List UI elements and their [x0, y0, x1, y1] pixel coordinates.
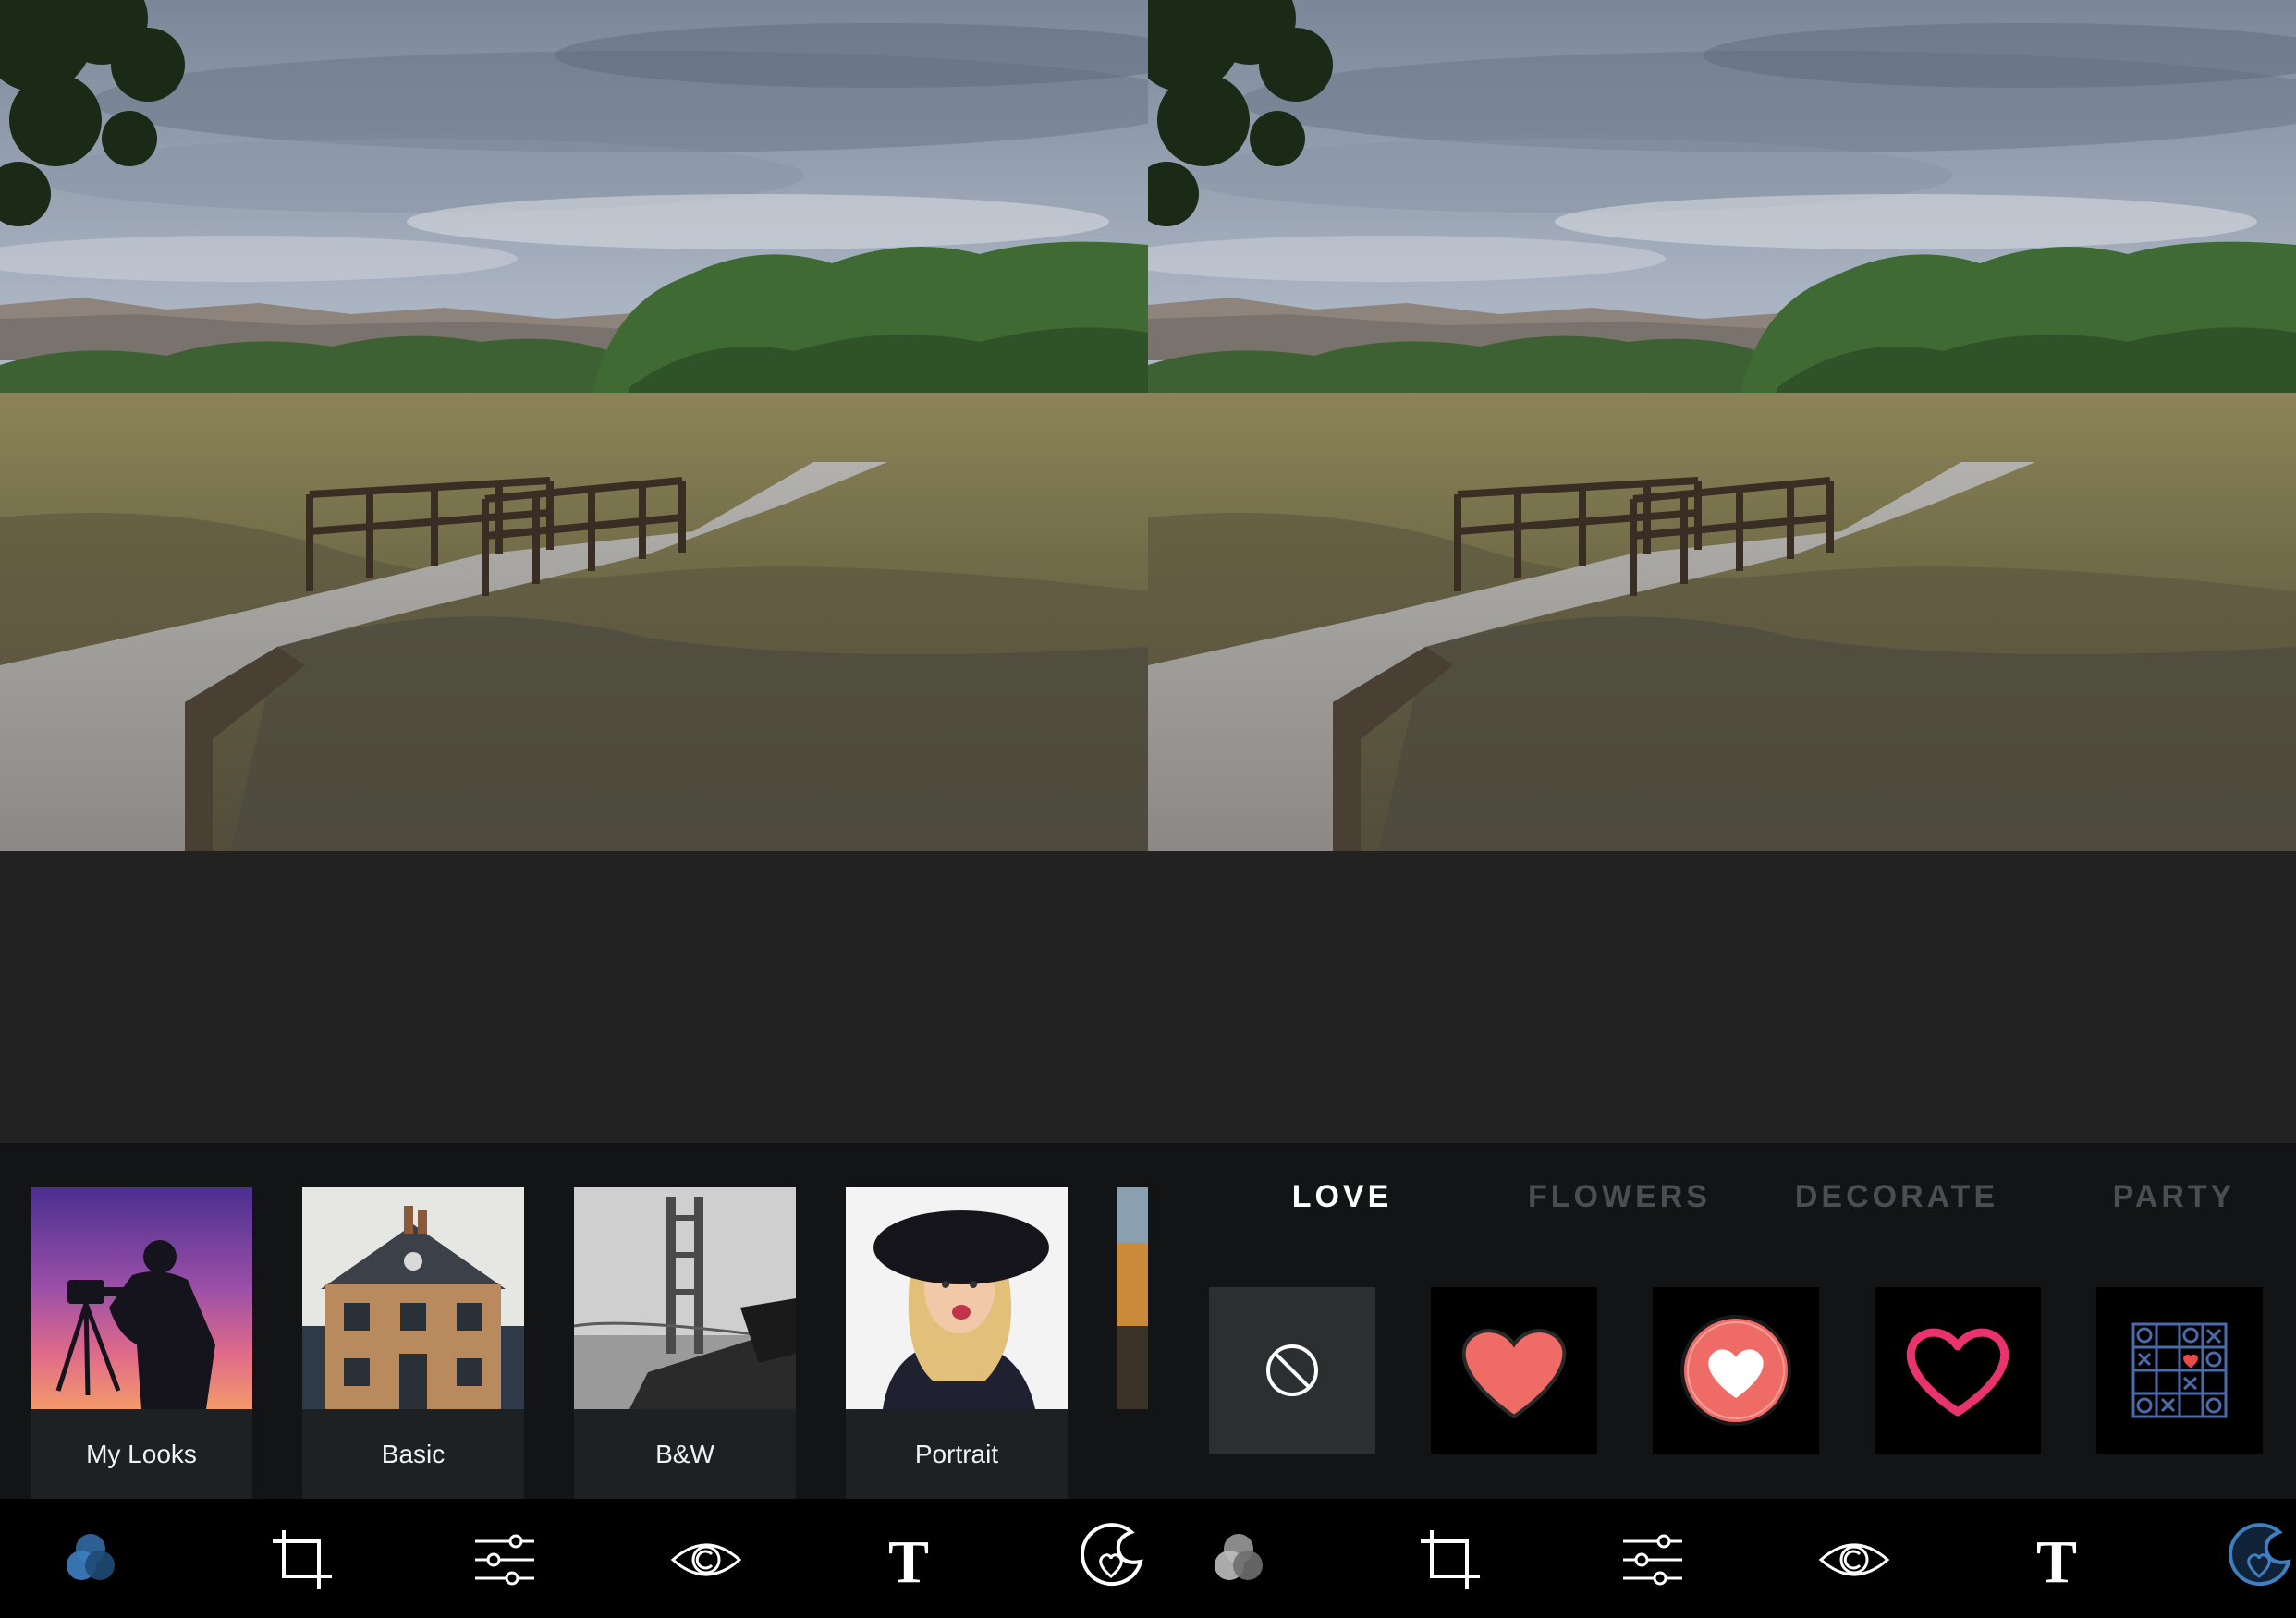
crop-icon[interactable]: [1413, 1523, 1487, 1597]
sticker-tic-tac-toe[interactable]: [2096, 1287, 2263, 1454]
no-sticker-button[interactable]: [1209, 1287, 1375, 1454]
sticker-heart[interactable]: [1431, 1287, 1597, 1454]
canvas-background: [1148, 851, 2296, 1143]
tab-flowers[interactable]: FLOWERS: [1481, 1169, 1758, 1224]
look-thumbnail: [846, 1187, 1068, 1409]
tab-party[interactable]: PARTY: [2035, 1169, 2296, 1224]
stickers-strip: LOVE FLOWERS DECORATE PARTY: [1148, 1143, 2296, 1499]
adjust-sliders-icon[interactable]: [468, 1523, 542, 1597]
eye-icon[interactable]: [669, 1523, 743, 1597]
left-editor-panel: My Looks Basic B&W Portrait T: [0, 0, 1148, 1618]
heart-outline-sticker-icon: [1906, 1328, 2009, 1417]
photo-canvas[interactable]: [1148, 0, 2296, 851]
look-next-preview[interactable]: [1117, 1187, 1148, 1409]
look-basic[interactable]: Basic: [302, 1187, 524, 1499]
look-thumbnail: [302, 1187, 524, 1409]
sticker-icon[interactable]: [2222, 1523, 2296, 1597]
text-icon[interactable]: T: [872, 1523, 946, 1597]
looks-strip: My Looks Basic B&W Portrait: [0, 1143, 1148, 1499]
look-thumbnail: [31, 1187, 252, 1409]
look-thumbnail: [574, 1187, 796, 1409]
svg-text:T: T: [2036, 1528, 2077, 1596]
look-label: Portrait: [914, 1440, 999, 1468]
looks-icon[interactable]: [54, 1523, 128, 1597]
tab-decorate[interactable]: DECORATE: [1758, 1169, 2035, 1224]
canvas-background: [0, 851, 1148, 1143]
look-label: Basic: [381, 1440, 446, 1468]
crop-icon[interactable]: [265, 1523, 339, 1597]
eye-icon[interactable]: [1817, 1523, 1891, 1597]
looks-icon[interactable]: [1202, 1523, 1276, 1597]
sticker-heart-outline[interactable]: [1875, 1287, 2041, 1454]
right-editor-panel: LOVE FLOWERS DECORATE PARTY T: [1148, 0, 2296, 1618]
look-bw[interactable]: B&W: [574, 1187, 796, 1499]
bottom-toolbar: T: [1148, 1499, 2296, 1618]
sticker-icon[interactable]: [1074, 1523, 1148, 1597]
adjust-sliders-icon[interactable]: [1616, 1523, 1690, 1597]
bottom-toolbar: T: [0, 1499, 1148, 1618]
svg-text:T: T: [888, 1528, 929, 1596]
text-icon[interactable]: T: [2020, 1523, 2094, 1597]
tab-love[interactable]: LOVE: [1203, 1169, 1481, 1224]
look-label: My Looks: [86, 1440, 197, 1468]
tic-tac-toe-heart-sticker-icon: [2131, 1322, 2228, 1418]
look-label: B&W: [655, 1440, 714, 1468]
look-portrait[interactable]: Portrait: [846, 1187, 1068, 1499]
look-my-looks[interactable]: My Looks: [31, 1187, 252, 1499]
sticker-heart-circle[interactable]: [1653, 1287, 1819, 1454]
heart-sticker-icon: [1461, 1329, 1567, 1419]
photo-canvas[interactable]: [0, 0, 1148, 851]
